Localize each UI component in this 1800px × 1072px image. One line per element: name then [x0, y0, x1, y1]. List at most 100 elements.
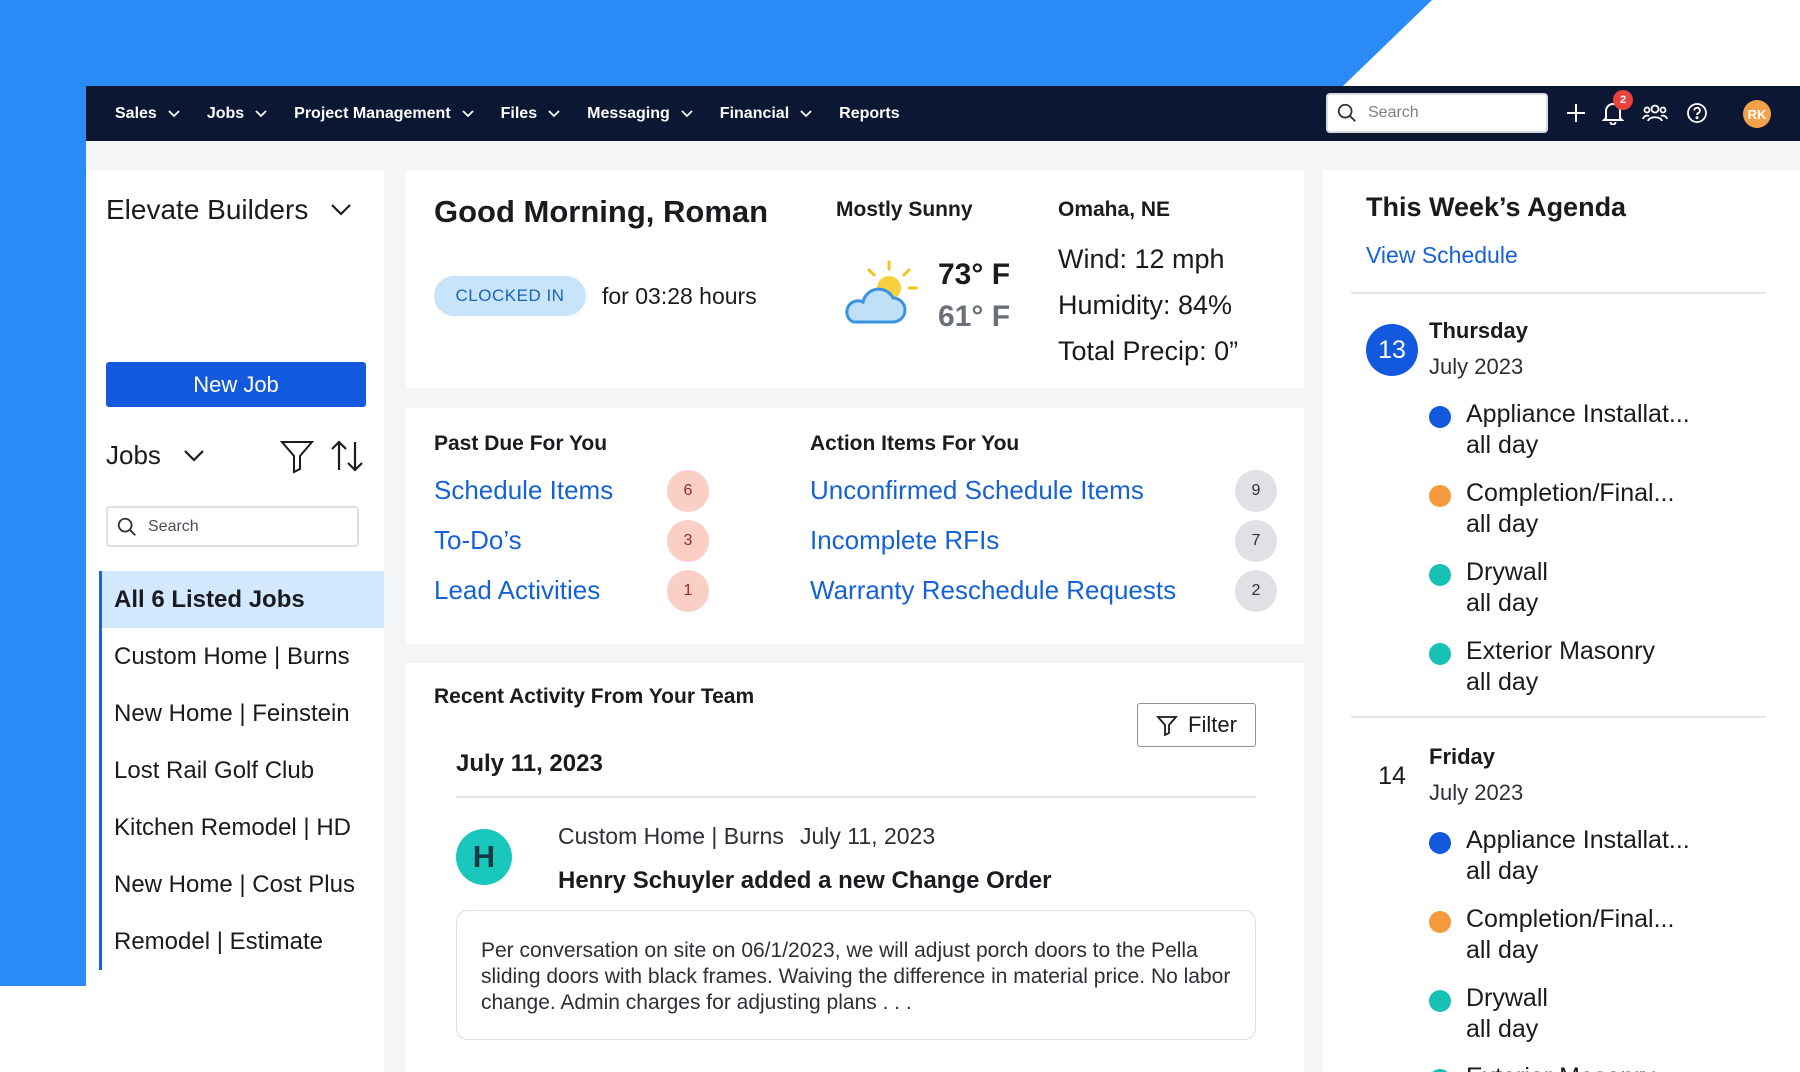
divider	[1351, 716, 1766, 718]
partly-sunny-icon	[845, 260, 918, 324]
nav-item-files[interactable]: Files	[501, 105, 561, 123]
action-item-link[interactable]: Incomplete RFIs	[810, 525, 999, 556]
event-name[interactable]: Completion/Final...	[1466, 479, 1674, 508]
count-badge: 1	[667, 570, 709, 612]
app-window: Sales Jobs Project Management Files Messagin…	[86, 86, 1800, 1072]
count-badge: 6	[667, 470, 709, 512]
filter-label: Filter	[1188, 712, 1237, 737]
divider	[1351, 292, 1766, 294]
job-list-item[interactable]: Remodel | Estimate	[102, 913, 384, 970]
global-search-input[interactable]	[1368, 104, 1518, 122]
top-nav: Sales Jobs Project Management Files Messagin…	[86, 86, 1800, 141]
chevron-down-icon	[800, 109, 812, 117]
nav-item-label: Financial	[719, 104, 790, 122]
wind-text: Wind: 12 mph	[1058, 244, 1225, 274]
jobs-label: Jobs	[106, 440, 161, 470]
event-time: all day	[1466, 1015, 1539, 1043]
past-due-link[interactable]: Lead Activities	[434, 575, 600, 606]
search-icon	[1337, 103, 1356, 122]
nav-item-sales[interactable]: Sales	[115, 105, 181, 123]
avatar: H	[456, 829, 512, 885]
jobs-sidebar: Elevate Builders New Job Jobs All 6 List…	[86, 170, 384, 1072]
global-search[interactable]	[1326, 93, 1548, 133]
nav-item-project-management[interactable]: Project Management	[294, 105, 474, 123]
jobs-search-input[interactable]	[148, 517, 338, 536]
event-name[interactable]: Exterior Masonry	[1466, 637, 1655, 666]
filter-icon	[1156, 716, 1179, 736]
event-name[interactable]: Drywall	[1466, 984, 1548, 1013]
nav-item-jobs[interactable]: Jobs	[207, 105, 268, 123]
job-list-item[interactable]: Custom Home | Burns	[102, 628, 384, 685]
count-badge: 7	[1235, 520, 1277, 562]
nav-item-messaging[interactable]: Messaging	[587, 105, 694, 123]
event-name[interactable]: Exterior Masonry	[1466, 1063, 1655, 1072]
jobs-search[interactable]	[106, 506, 359, 547]
past-due-link[interactable]: Schedule Items	[434, 475, 613, 506]
nav-item-label: Project Management	[294, 104, 451, 122]
job-list-item[interactable]: New Home | Feinstein	[102, 685, 384, 742]
activity-date-header: July 11, 2023	[456, 750, 603, 777]
job-list-item[interactable]: Lost Rail Golf Club	[102, 742, 384, 799]
bell-icon[interactable]: 2	[1599, 90, 1633, 127]
nav-item-label: Sales	[115, 104, 157, 122]
clock-status-badge[interactable]: CLOCKED IN	[434, 276, 586, 316]
nav-item-financial[interactable]: Financial	[720, 105, 813, 123]
job-list-item[interactable]: New Home | Cost Plus	[102, 856, 384, 913]
event-name[interactable]: Completion/Final...	[1466, 905, 1674, 934]
day-number[interactable]: 14	[1366, 750, 1418, 802]
jobs-dropdown[interactable]: Jobs	[106, 440, 205, 471]
filter-icon[interactable]	[279, 438, 315, 474]
chevron-down-icon	[548, 109, 560, 117]
sort-icon[interactable]	[329, 438, 365, 474]
org-switcher[interactable]: Elevate Builders	[106, 194, 352, 226]
nav-item-label: Files	[500, 104, 538, 122]
add-icon[interactable]	[1562, 99, 1590, 127]
event-color-dot	[1429, 990, 1451, 1012]
activity-headline[interactable]: Henry Schuyler added a new Change Order	[558, 867, 1051, 895]
temp-low: 61° F	[938, 300, 1011, 333]
job-list-item[interactable]: All 6 Listed Jobs	[102, 571, 384, 628]
count-badge: 9	[1235, 470, 1277, 512]
past-due-link[interactable]: To-Do’s	[434, 525, 522, 556]
tasks-card: Past Due For You Action Items For You Sc…	[406, 408, 1304, 644]
nav-item-label: Messaging	[587, 104, 670, 122]
chevron-down-icon	[255, 109, 267, 117]
event-name[interactable]: Drywall	[1466, 558, 1548, 587]
activity-card: Recent Activity From Your Team Filter Ju…	[406, 663, 1304, 1072]
org-name: Elevate Builders	[106, 194, 309, 225]
count-badge: 2	[1235, 570, 1277, 612]
greeting-title: Good Morning, Roman	[434, 194, 769, 229]
event-color-dot	[1429, 406, 1451, 428]
nav-item-label: Reports	[839, 104, 900, 122]
new-job-button[interactable]: New Job	[106, 362, 366, 407]
activity-job[interactable]: Custom Home | Burns	[558, 823, 784, 850]
view-schedule-link[interactable]: View Schedule	[1366, 242, 1518, 269]
count-badge: 3	[667, 520, 709, 562]
day-number[interactable]: 13	[1366, 324, 1418, 376]
greeting-card: Good Morning, Roman CLOCKED IN for 03:28…	[406, 170, 1304, 388]
help-icon[interactable]	[1683, 99, 1711, 127]
user-avatar[interactable]: RK	[1743, 100, 1771, 128]
clock-duration: for 03:28 hours	[602, 283, 757, 309]
event-time: all day	[1466, 510, 1539, 538]
team-icon[interactable]	[1641, 99, 1669, 127]
notification-badge: 2	[1613, 90, 1633, 110]
nav-item-reports[interactable]: Reports	[839, 105, 899, 123]
precip-text: Total Precip: 0”	[1058, 336, 1239, 366]
job-list-item[interactable]: Kitchen Remodel | HD	[102, 799, 384, 856]
day-month: July 2023	[1429, 354, 1524, 379]
day-month: July 2023	[1429, 780, 1524, 805]
action-item-link[interactable]: Unconfirmed Schedule Items	[810, 475, 1144, 506]
humidity-text: Humidity: 84%	[1058, 290, 1233, 320]
chevron-down-icon	[168, 109, 180, 117]
event-color-dot	[1429, 911, 1451, 933]
event-time: all day	[1466, 589, 1539, 617]
nav-menu: Sales Jobs Project Management Files Messagin…	[115, 105, 926, 123]
weather-location: Omaha, NE	[1058, 198, 1171, 221]
event-name[interactable]: Appliance Installat...	[1466, 826, 1690, 855]
event-name[interactable]: Appliance Installat...	[1466, 400, 1690, 429]
chevron-down-icon	[462, 109, 474, 117]
action-item-link[interactable]: Warranty Reschedule Requests	[810, 575, 1176, 606]
event-color-dot	[1429, 485, 1451, 507]
filter-button[interactable]: Filter	[1137, 703, 1256, 747]
